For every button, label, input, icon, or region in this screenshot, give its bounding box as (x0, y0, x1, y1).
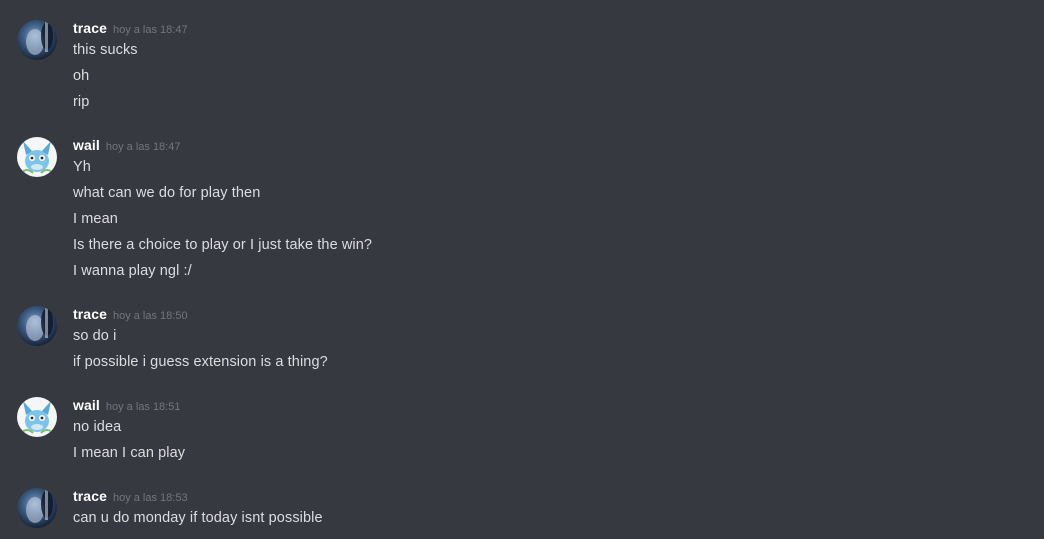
message-line: if possible i guess extension is a thing… (73, 354, 328, 370)
chat-messages: trace hoy a las 18:47 this sucks oh rip (0, 0, 1044, 539)
timestamp: hoy a las 18:50 (112, 310, 188, 322)
username[interactable]: wail (73, 137, 100, 153)
message-line: I wanna play ngl :/ (73, 263, 192, 279)
message-line: rip (73, 94, 90, 110)
message-header: trace hoy a las 18:50 (73, 306, 188, 324)
trace-avatar-icon[interactable] (17, 488, 57, 528)
timestamp: hoy a las 18:47 (112, 24, 188, 36)
timestamp: hoy a las 18:53 (112, 492, 188, 504)
trace-avatar-icon[interactable] (17, 20, 57, 60)
timestamp: hoy a las 18:47 (105, 141, 181, 153)
username[interactable]: wail (73, 397, 100, 413)
message-line: I mean I can play (73, 445, 186, 461)
message-line: what can we do for play then (73, 185, 261, 201)
message-line: so do i (73, 328, 117, 344)
username[interactable]: trace (73, 488, 107, 504)
message-line: Yh (73, 159, 91, 175)
message-header: trace hoy a las 18:47 (73, 20, 188, 38)
message-header: wail hoy a las 18:47 (73, 137, 180, 155)
message-line: no idea (73, 419, 122, 435)
message-line: this sucks (73, 42, 138, 58)
message-header: trace hoy a las 18:53 (73, 488, 188, 506)
message-line: Is there a choice to play or I just take… (73, 237, 373, 253)
username[interactable]: trace (73, 306, 107, 322)
message-line: can u do monday if today isnt possible (73, 510, 323, 526)
timestamp: hoy a las 18:51 (105, 401, 181, 413)
wail-avatar-icon[interactable] (17, 137, 57, 177)
username[interactable]: trace (73, 20, 107, 36)
message-header: wail hoy a las 18:51 (73, 397, 180, 415)
trace-avatar-icon[interactable] (17, 306, 57, 346)
message-line: I mean (73, 211, 118, 227)
message-line: oh (73, 68, 90, 84)
wail-avatar-icon[interactable] (17, 397, 57, 437)
